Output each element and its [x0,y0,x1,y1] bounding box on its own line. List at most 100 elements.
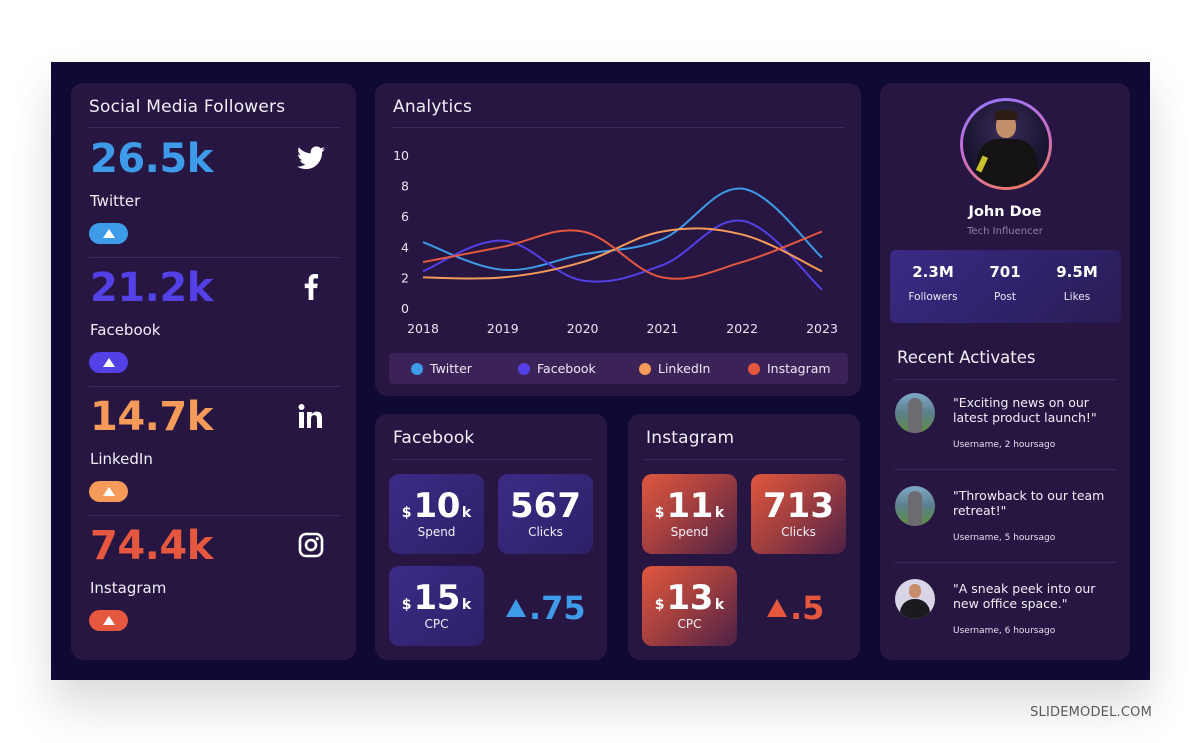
stat-label: Followers [908,291,958,303]
activity-item[interactable]: "Exciting news on our latest product lau… [894,393,1116,485]
y-tick-label: 8 [401,179,409,194]
unit-suffix: k [714,597,725,613]
series-line-instagram [422,229,823,280]
y-tick-label: 10 [393,148,409,163]
followers-title: Social Media Followers [89,97,286,117]
cpc-number: 13 [666,578,714,618]
triangle-up-icon [102,487,115,496]
triangle-up-icon [102,358,115,367]
cpc-value: $ 15 k [402,581,471,615]
triangle-up-icon [102,616,115,625]
divider [391,459,591,460]
activity-item[interactable]: "Throwback to our team retreat!" Usernam… [894,486,1116,578]
divider [644,459,844,460]
follower-count: 14.7k [90,394,213,440]
clicks-value: 713 [763,486,834,526]
instagram-ads-title: Instagram [646,428,735,448]
currency-symbol: $ [401,505,412,521]
x-tick-label: 2023 [806,321,838,336]
activity-avatar [895,393,935,433]
x-tick-label: 2018 [407,321,439,336]
twitter-icon [296,143,326,173]
follower-item-twitter[interactable]: 26.5k Twitter [89,129,340,258]
stat-likes: 9.5M Likes [1042,263,1112,303]
spend-value: $ 10 k [402,489,471,523]
spend-tile[interactable]: $ 10 k Spend [389,474,484,554]
spend-number: 10 [413,486,461,526]
chart-legend: Twitter Facebook LinkedIn Instagram [389,353,848,384]
x-tick-label: 2020 [567,321,599,336]
divider [87,127,340,128]
profile-photo [963,101,1049,187]
clicks-tile[interactable]: 713 Clicks [751,474,846,554]
delta-indicator: .5 [767,592,824,624]
follower-count: 26.5k [90,136,213,182]
follower-count: 21.2k [90,265,213,311]
profile-stats: 2.3M Followers 701 Post 9.5M Likes [890,250,1121,323]
recent-activity-title: Recent Activates [897,348,1036,367]
clicks-tile[interactable]: 567 Clicks [498,474,593,554]
legend-dot-icon [748,362,760,375]
legend-label: Twitter [430,361,472,376]
legend-item-instagram[interactable]: Instagram [748,361,831,376]
analytics-card: Analytics 0 2 4 6 8 10 2018 2019 2020 2021 2022 202… [375,83,861,396]
instagram-ads-card: Instagram $ 11 k Spend 713 Clicks $ 13 k… [628,414,860,660]
activity-avatar [895,486,935,526]
follower-platform-label: Facebook [90,321,161,339]
legend-item-facebook[interactable]: Facebook [518,361,596,376]
activity-text: "Exciting news on our latest product lau… [953,395,1097,425]
delta-value: .75 [529,589,586,627]
stat-followers: 2.3M Followers [898,263,968,303]
activity-meta: Username, 6 hoursago [953,626,1056,636]
legend-label: LinkedIn [658,361,711,376]
stat-label: Post [994,291,1016,303]
triangle-up-icon [506,599,526,617]
activity-text: "A sneak peek into our new office space.… [953,581,1096,611]
unit-suffix: k [461,597,472,613]
trend-up-badge [89,352,128,373]
legend-label: Facebook [537,361,596,376]
trend-up-badge [89,223,128,244]
spend-tile[interactable]: $ 11 k Spend [642,474,737,554]
follower-item-instagram[interactable]: 74.4k Instagram [89,516,340,645]
activity-item[interactable]: "A sneak peek into our new office space.… [894,579,1116,671]
profile-avatar[interactable] [960,98,1052,190]
legend-dot-icon [411,362,423,375]
stat-value: 2.3M [912,263,954,281]
trend-up-badge [89,481,128,502]
triangle-up-icon [102,229,115,238]
stat-label: Likes [1063,291,1091,303]
currency-symbol: $ [654,505,665,521]
unit-suffix: k [461,505,472,521]
followers-card: Social Media Followers 26.5k Twitter 21.… [71,83,356,660]
cpc-value: $ 13 k [655,581,724,615]
facebook-icon [296,272,326,302]
follower-item-linkedin[interactable]: 14.7k LinkedIn [89,387,340,516]
follower-platform-label: Twitter [90,192,141,210]
stat-value: 9.5M [1056,263,1098,281]
legend-item-linkedin[interactable]: LinkedIn [639,361,710,376]
legend-item-twitter[interactable]: Twitter [411,361,472,376]
triangle-up-icon [767,599,787,617]
legend-dot-icon [518,362,530,375]
trend-up-badge [89,610,128,631]
profile-card: John Doe Tech Influencer 2.3M Followers … [880,83,1130,660]
y-tick-label: 0 [401,301,409,316]
activity-meta: Username, 2 hoursago [953,440,1056,450]
cpc-tile[interactable]: $ 15 k CPC [389,566,484,646]
currency-symbol: $ [401,597,412,613]
spend-label: Spend [670,525,709,539]
delta-value: .5 [790,589,825,627]
spend-label: Spend [417,525,456,539]
follower-item-facebook[interactable]: 21.2k Facebook [89,258,340,387]
follower-platform-label: LinkedIn [90,450,153,468]
profile-name: John Doe [968,204,1042,220]
cpc-label: CPC [677,617,702,631]
spend-value: $ 11 k [655,489,724,523]
clicks-value: 567 [510,486,581,526]
facebook-ads-card: Facebook $ 10 k Spend 567 Clicks $ 15 k … [375,414,607,660]
y-tick-label: 6 [401,209,409,224]
cpc-label: CPC [424,617,449,631]
divider [894,562,1116,563]
cpc-tile[interactable]: $ 13 k CPC [642,566,737,646]
